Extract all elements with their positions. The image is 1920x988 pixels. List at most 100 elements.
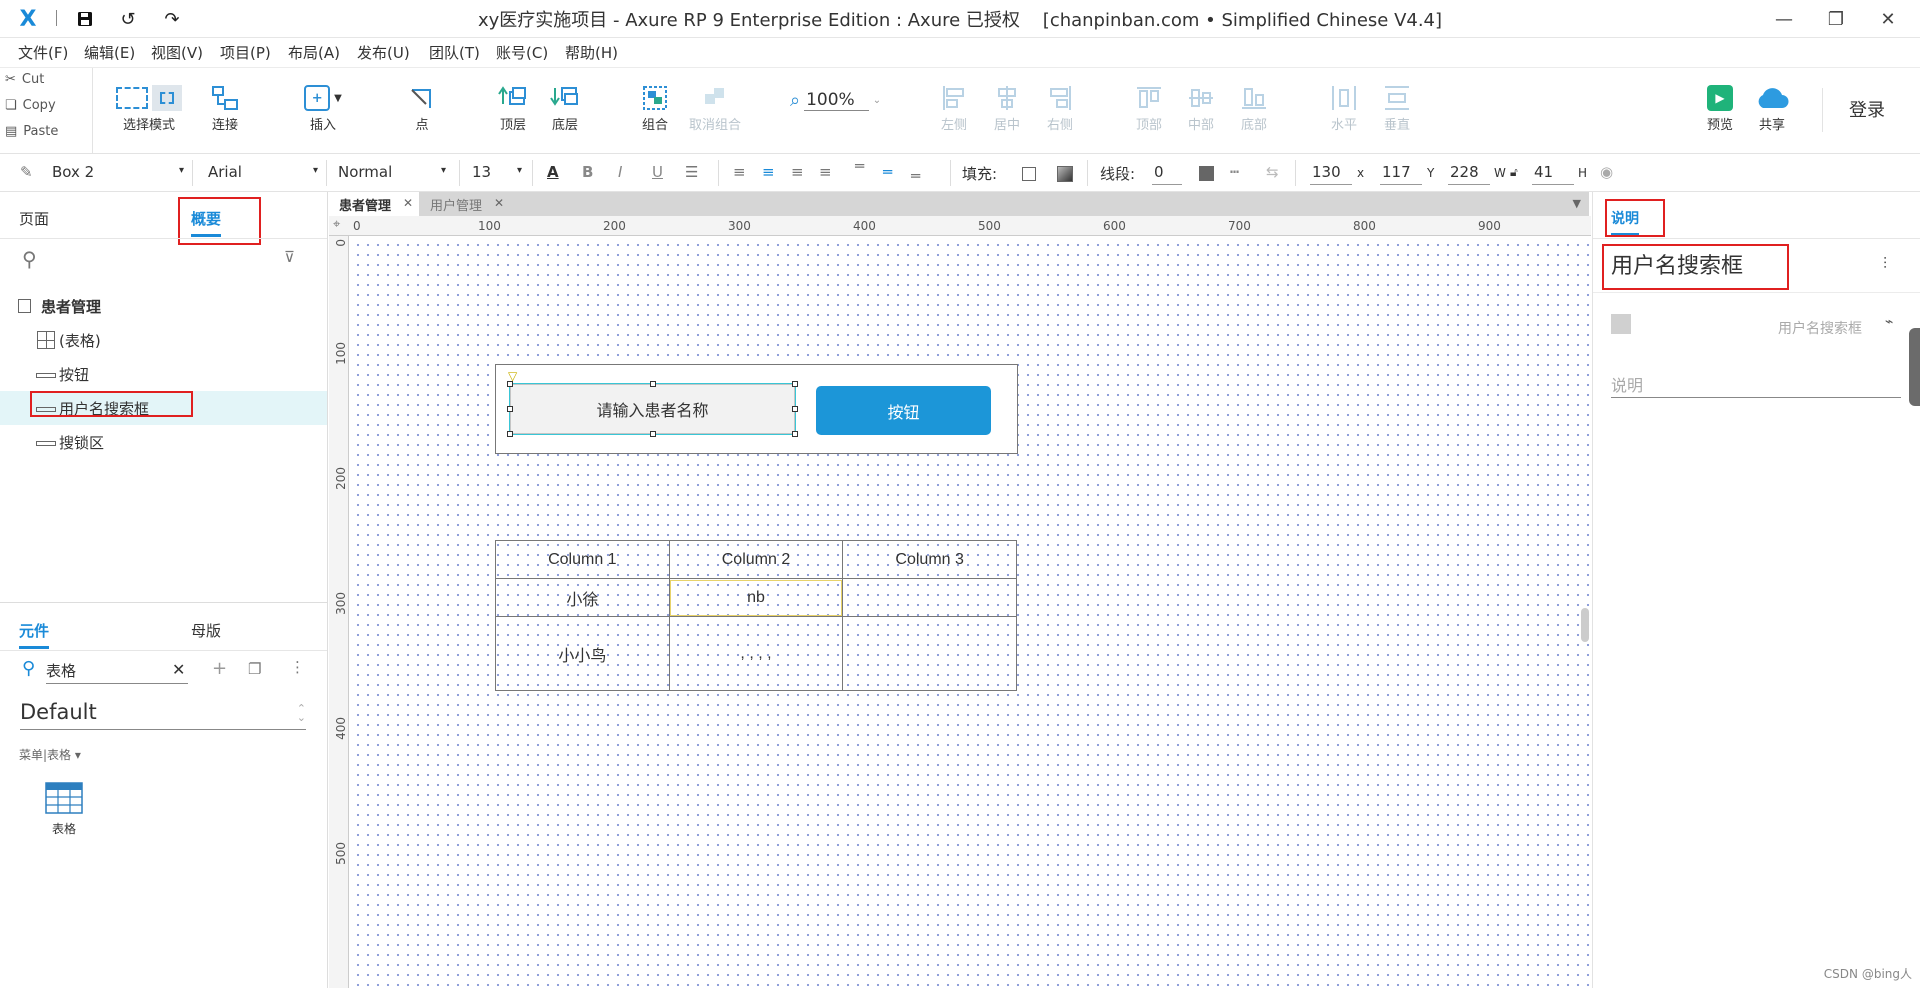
- menu-project[interactable]: 项目(P): [220, 42, 271, 63]
- minimize-button[interactable]: —: [1766, 6, 1802, 32]
- search-button[interactable]: 按钮: [816, 386, 991, 435]
- settings-sliders-icon[interactable]: ⫶: [1883, 254, 1887, 274]
- bullet-list-icon[interactable]: ☰: [685, 163, 698, 181]
- clear-icon[interactable]: ✕: [172, 660, 185, 679]
- zoom-select[interactable]: ⌕ 100% ⌄: [790, 90, 881, 111]
- table-cell[interactable]: 小小鸟: [495, 616, 670, 691]
- table-header-cell[interactable]: Column 1: [495, 540, 670, 579]
- share-button[interactable]: 共享: [1737, 82, 1807, 133]
- patient-table[interactable]: Column 1 Column 2 Column 3 小徐 nb 小小鸟 , ,…: [495, 540, 1017, 691]
- font-family-select[interactable]: Arial ▾: [206, 161, 320, 185]
- menu-file[interactable]: 文件(F): [18, 42, 68, 63]
- attachment-icon[interactable]: ⌁: [1885, 314, 1893, 330]
- table-cell[interactable]: [842, 578, 1017, 617]
- line-pattern-icon[interactable]: ┅: [1230, 163, 1239, 181]
- menu-view[interactable]: 视图(V): [151, 42, 203, 63]
- resize-handle[interactable]: [507, 381, 513, 387]
- notes-input[interactable]: 说明: [1611, 372, 1901, 398]
- line-label: 线段:: [1100, 165, 1136, 183]
- add-icon[interactable]: +: [212, 658, 227, 679]
- y-field[interactable]: 117: [1380, 161, 1422, 185]
- library-select[interactable]: Default ⌃ ⌄: [20, 700, 306, 730]
- align-text-left-icon[interactable]: ≡: [733, 163, 746, 181]
- table-widget[interactable]: 表格: [40, 782, 88, 837]
- canvas-area[interactable]: ⌖ 0 100 200 300 400 500 600 700 800 900 …: [329, 216, 1591, 988]
- table-cell[interactable]: nb: [668, 578, 844, 617]
- underline-icon[interactable]: U: [652, 163, 663, 181]
- resize-handle[interactable]: [507, 431, 513, 437]
- x-field[interactable]: 130: [1310, 161, 1352, 185]
- menu-account[interactable]: 账号(C): [496, 42, 548, 63]
- outline-item[interactable]: 按钮: [0, 357, 327, 391]
- username-search-box[interactable]: 请输入患者名称: [509, 383, 796, 435]
- style-select[interactable]: Box 2 ▾: [50, 161, 186, 185]
- lock-icon[interactable]: 🔓︎: [1510, 165, 1518, 180]
- bold-icon[interactable]: B: [582, 163, 593, 181]
- height-field[interactable]: 41: [1532, 161, 1574, 185]
- fill-color-swatch[interactable]: [1022, 167, 1036, 181]
- justify-text-icon[interactable]: ≡: [819, 163, 832, 181]
- restore-button[interactable]: ❐: [1818, 6, 1854, 32]
- tabs-overflow-icon[interactable]: ▼: [1573, 197, 1581, 210]
- table-cell[interactable]: 小徐: [495, 578, 670, 617]
- widget-category[interactable]: 菜单|表格 ▾: [19, 746, 81, 763]
- close-icon[interactable]: ✕: [403, 196, 413, 210]
- shadow-swatch[interactable]: [1057, 166, 1073, 182]
- tab-patient-management[interactable]: 患者管理 ✕: [329, 192, 419, 216]
- search-icon[interactable]: ⚲: [22, 247, 37, 271]
- resize-handle[interactable]: [650, 431, 656, 437]
- table-header-cell[interactable]: Column 3: [842, 540, 1017, 579]
- align-text-right-icon[interactable]: ≡: [791, 163, 804, 181]
- resize-handle[interactable]: [792, 381, 798, 387]
- more-icon[interactable]: ⋮: [290, 658, 305, 676]
- italic-icon[interactable]: I: [618, 163, 622, 181]
- line-color-swatch[interactable]: [1199, 166, 1214, 181]
- menu-edit[interactable]: 编辑(E): [84, 42, 135, 63]
- close-icon[interactable]: ✕: [494, 196, 504, 210]
- align-text-center-icon[interactable]: ≡: [762, 163, 775, 181]
- font-size-select[interactable]: 13 ▾: [470, 161, 522, 185]
- tab-masters[interactable]: 母版: [191, 620, 221, 641]
- menu-publish[interactable]: 发布(U): [357, 42, 410, 63]
- eye-icon[interactable]: ◉: [1600, 163, 1613, 181]
- close-button[interactable]: ✕: [1870, 6, 1906, 32]
- tab-widgets[interactable]: 元件: [19, 620, 50, 649]
- outline-page[interactable]: 患者管理: [0, 289, 327, 323]
- point-button[interactable]: 点: [387, 82, 457, 133]
- select-mode-button[interactable]: 选择模式: [114, 82, 184, 133]
- resize-handle[interactable]: [650, 381, 656, 387]
- font-color-icon[interactable]: A: [547, 163, 559, 181]
- valign-bottom-icon[interactable]: ═: [911, 167, 920, 185]
- menu-team[interactable]: 团队(T): [429, 42, 480, 63]
- widget-search-input[interactable]: 表格: [46, 660, 188, 684]
- filter-icon[interactable]: ⊽: [284, 248, 295, 266]
- bottom-layer-button[interactable]: 底层: [530, 82, 600, 133]
- tab-user-management[interactable]: 用户管理 ✕: [420, 192, 510, 216]
- font-weight-select[interactable]: Normal ▾: [336, 161, 448, 185]
- resize-handle[interactable]: [792, 406, 798, 412]
- cut-button[interactable]: ✂ Cut: [5, 72, 44, 87]
- resize-handle[interactable]: [507, 406, 513, 412]
- paste-button[interactable]: ▤ Paste: [5, 124, 58, 139]
- tab-pages[interactable]: 页面: [19, 208, 49, 229]
- menu-help[interactable]: 帮助(H): [565, 42, 618, 63]
- resize-handle[interactable]: [792, 431, 798, 437]
- outline-item[interactable]: (表格): [0, 323, 327, 357]
- line-width-field[interactable]: 0: [1152, 161, 1182, 185]
- table-cell[interactable]: [842, 616, 1017, 691]
- library-icon[interactable]: ❐: [248, 660, 261, 678]
- valign-top-icon[interactable]: ═: [855, 157, 864, 175]
- arrow-style-icon[interactable]: ⇆: [1266, 163, 1279, 181]
- table-header-cell[interactable]: Column 2: [668, 540, 844, 579]
- width-field[interactable]: 228: [1448, 161, 1490, 185]
- login-button[interactable]: 登录: [1849, 96, 1885, 122]
- table-cell[interactable]: , , , ,: [668, 616, 844, 691]
- valign-middle-icon[interactable]: ═: [883, 163, 892, 181]
- insert-button[interactable]: + ▼ 插入: [288, 82, 358, 133]
- menu-arrange[interactable]: 布局(A): [288, 42, 340, 63]
- connect-button[interactable]: 连接: [190, 82, 260, 133]
- side-handle[interactable]: [1909, 328, 1920, 406]
- copy-button[interactable]: ❏ Copy: [5, 98, 56, 113]
- outline-item[interactable]: 搜锁区: [0, 425, 327, 459]
- vertical-scrollbar[interactable]: [1581, 608, 1589, 642]
